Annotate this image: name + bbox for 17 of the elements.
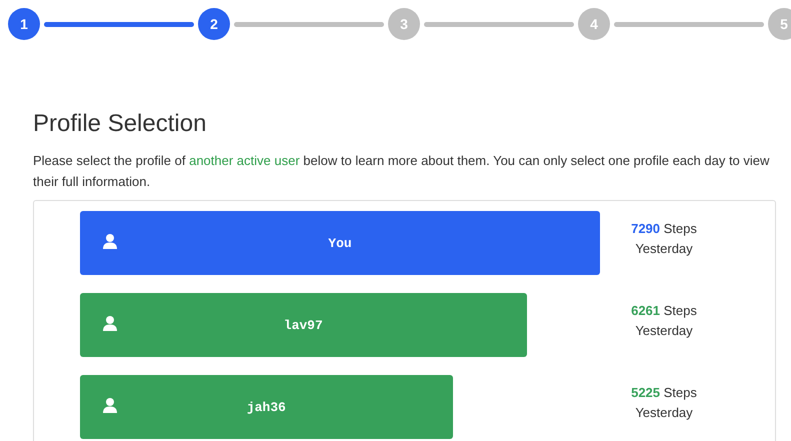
- step-count: 6261 Steps Yesterday: [630, 302, 698, 340]
- step-circle: 3: [388, 8, 420, 40]
- step-circle: 2: [198, 8, 230, 40]
- page-title: Profile Selection: [33, 110, 208, 138]
- step-count: 5225 Steps Yesterday: [630, 384, 698, 422]
- intro-text: Please select the profile of another active user below to learn more about them. You can only select one profile each day to view their full information.: [33, 152, 770, 191]
- user-link[interactable]: another active user: [189, 153, 300, 168]
- user-icon: [102, 397, 118, 413]
- step-circle: 5: [768, 8, 791, 40]
- profile-button[interactable]: jah36: [80, 375, 453, 439]
- step-count: 7290 Steps Yesterday: [630, 220, 698, 258]
- user-icon: [102, 315, 118, 331]
- profile-button[interactable]: You: [80, 211, 600, 275]
- profile-button[interactable]: lav97: [80, 293, 527, 357]
- step-circle: 4: [578, 8, 610, 40]
- step-circle: 1: [8, 8, 40, 40]
- user-icon: [102, 233, 118, 249]
